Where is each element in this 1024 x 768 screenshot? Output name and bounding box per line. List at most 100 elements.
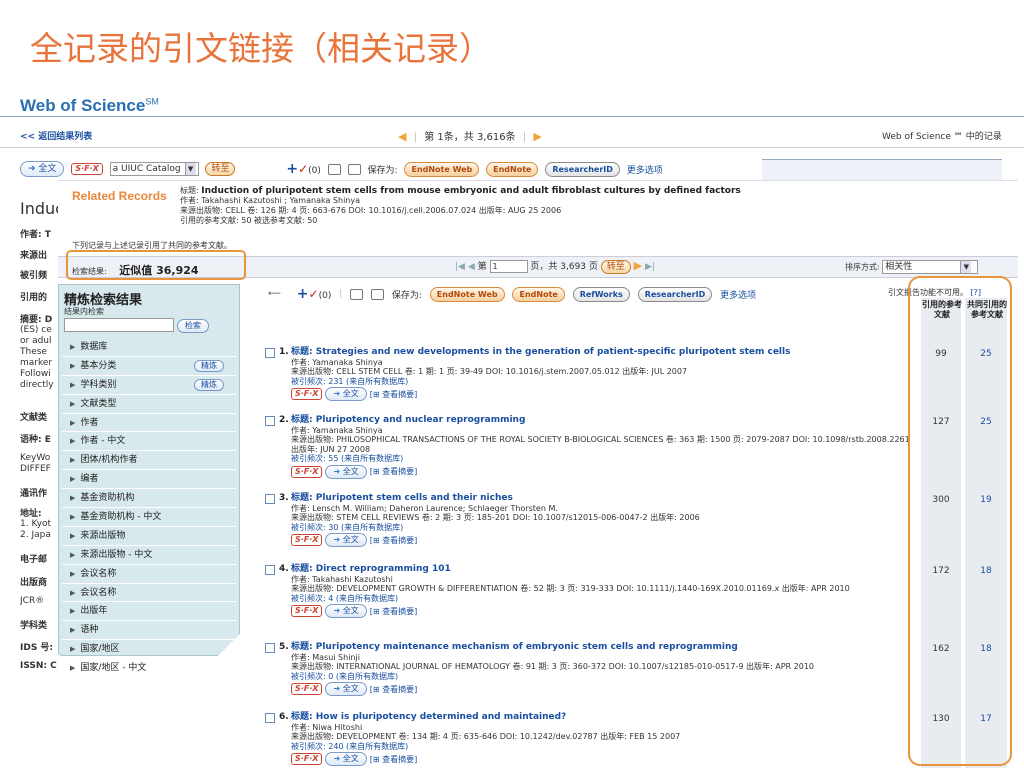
- refine-facet-item[interactable]: ▶ 基本分类 精炼: [62, 357, 236, 376]
- sfx-button[interactable]: S·F·X: [291, 465, 323, 478]
- catalog-go-button[interactable]: 转至: [205, 162, 236, 176]
- sfx-button[interactable]: S·F·X: [291, 534, 323, 547]
- mark-list-control[interactable]: +✓(0): [297, 286, 332, 302]
- endnote-button[interactable]: EndNote: [512, 286, 565, 302]
- next-record-icon[interactable]: ▶: [533, 130, 541, 143]
- page-number-input[interactable]: 1: [489, 260, 528, 273]
- fulltext-button[interactable]: ➜ 全文: [325, 387, 367, 402]
- back-to-results-link[interactable]: << 返回结果列表: [20, 129, 92, 142]
- refine-facet-item[interactable]: ▶ 作者 - 中文: [62, 432, 236, 452]
- result-title-link[interactable]: 标题: How is pluripotency determined and m…: [291, 712, 915, 723]
- result-checkbox[interactable]: [265, 416, 275, 426]
- researcherid-button[interactable]: ResearcherID: [545, 161, 620, 177]
- view-abstract-link[interactable]: [⊞ 查看摘要]: [370, 755, 418, 764]
- refine-facet-item[interactable]: ▶ 编者: [62, 470, 236, 490]
- result-times-cited[interactable]: 被引频次: 240 (来自所有数据库): [291, 742, 915, 752]
- refine-search-input[interactable]: [64, 318, 174, 332]
- view-abstract-link[interactable]: [⊞ 查看摘要]: [370, 607, 418, 616]
- mark-list-control[interactable]: +✓(0): [286, 161, 321, 177]
- refine-facet-item[interactable]: ▶ 学科类别 精炼: [62, 376, 236, 395]
- sort-select[interactable]: 相关性 ▼: [882, 260, 979, 274]
- background-fragment: 学科类: [20, 621, 48, 631]
- refine-search-button[interactable]: 检索: [177, 319, 209, 333]
- refine-facet-label: 来源出版物 - 中文: [80, 549, 153, 560]
- endnote-web-button[interactable]: EndNote Web: [429, 286, 505, 302]
- refine-facet-item[interactable]: ▶ 基金资助机构: [62, 489, 236, 509]
- result-title-link[interactable]: 标题: Strategies and new developments in t…: [291, 347, 915, 358]
- fulltext-button[interactable]: ➜ 全文: [325, 682, 367, 697]
- background-fragment: 电子邮: [20, 555, 48, 565]
- more-options-link[interactable]: 更多选项: [720, 291, 756, 301]
- fulltext-button[interactable]: ➜ 全文: [325, 752, 367, 767]
- background-fragment: (ES) ce: [20, 325, 52, 335]
- result-times-cited[interactable]: 被引频次: 55 (来自所有数据库): [291, 454, 915, 464]
- result-title-link[interactable]: 标题: Pluripotent stem cells and their nic…: [291, 493, 915, 504]
- refworks-button[interactable]: RefWorks: [572, 286, 630, 302]
- refine-facet-item[interactable]: ▶ 作者: [62, 414, 236, 433]
- researcherid-button[interactable]: ResearcherID: [637, 286, 713, 302]
- fulltext-button[interactable]: ➜ 全文: [325, 533, 367, 548]
- refine-facet-item[interactable]: ▶ 出版年: [62, 602, 236, 622]
- result-authors: 作者: Lensch M. William; Daheron Laurence;…: [291, 503, 558, 513]
- email-icon[interactable]: [371, 288, 384, 300]
- result-checkbox[interactable]: [265, 494, 275, 504]
- fulltext-button[interactable]: ➜ 全文: [325, 464, 367, 479]
- sfx-button[interactable]: S·F·X: [291, 753, 323, 766]
- prev-record-icon[interactable]: ◀: [398, 130, 406, 143]
- first-page-icon[interactable]: |◀: [455, 262, 465, 272]
- print-icon[interactable]: [350, 288, 364, 300]
- refine-facet-item[interactable]: ▶ 语种: [62, 621, 236, 641]
- refine-facet-item[interactable]: ▶ 国家/地区 - 中文: [62, 659, 236, 679]
- result-number: 1.: [279, 347, 289, 357]
- refine-facet-item[interactable]: ▶ 来源出版物 - 中文: [62, 546, 236, 565]
- result-times-cited[interactable]: 被引频次: 4 (来自所有数据库): [291, 594, 915, 604]
- result-checkbox[interactable]: [265, 713, 275, 723]
- refine-button[interactable]: 精炼: [194, 378, 224, 391]
- result-title-link[interactable]: 标题: Pluripotency and nuclear reprogrammi…: [291, 415, 915, 426]
- next-page-icon[interactable]: ▶: [634, 259, 642, 272]
- refine-facet-item[interactable]: ▶ 文献类型: [62, 395, 236, 414]
- print-icon[interactable]: [327, 163, 341, 175]
- background-title-fragment: Induc: [20, 199, 60, 218]
- expand-arrow-icon: ▶: [70, 456, 76, 465]
- result-authors: 作者: Takahashi Kazutoshi: [291, 574, 393, 584]
- result-times-cited[interactable]: 被引频次: 30 (来自所有数据库): [291, 523, 915, 533]
- refine-facet-item[interactable]: ▶ 基金资助机构 - 中文: [62, 508, 236, 527]
- back-arrow-icon[interactable]: ⟵: [268, 289, 281, 299]
- arrow-right-icon: ➜: [333, 466, 341, 476]
- view-abstract-link[interactable]: [⊞ 查看摘要]: [370, 467, 418, 476]
- chevron-down-icon: ▼: [960, 261, 972, 273]
- result-checkbox[interactable]: [265, 348, 275, 358]
- background-fragment: KeyWo: [20, 453, 51, 463]
- result-checkbox[interactable]: [265, 565, 275, 575]
- view-abstract-link[interactable]: [⊞ 查看摘要]: [370, 536, 418, 545]
- result-checkbox[interactable]: [265, 643, 275, 653]
- email-icon[interactable]: [347, 163, 361, 175]
- sfx-button[interactable]: S·F·X: [291, 388, 323, 401]
- view-abstract-link[interactable]: [⊞ 查看摘要]: [370, 685, 418, 694]
- result-times-cited[interactable]: 被引频次: 231 (来自所有数据库): [291, 377, 915, 387]
- last-page-icon[interactable]: ▶|: [645, 262, 655, 272]
- view-abstract-link[interactable]: [⊞ 查看摘要]: [370, 390, 418, 399]
- result-title-link[interactable]: 标题: Direct reprogramming 101: [291, 564, 915, 575]
- refine-facet-item[interactable]: ▶ 数据库: [62, 338, 236, 357]
- sfx-button[interactable]: S·F·X: [291, 605, 323, 618]
- fulltext-button[interactable]: ➜ 全文: [20, 161, 65, 177]
- refine-facet-item[interactable]: ▶ 会议名称: [62, 584, 236, 603]
- result-times-cited[interactable]: 被引频次: 0 (来自所有数据库): [291, 672, 915, 682]
- result-title-link[interactable]: 标题: Pluripotency maintenance mechanism o…: [291, 642, 915, 653]
- refine-facet-item[interactable]: ▶ 来源出版物: [62, 527, 236, 546]
- prev-page-icon[interactable]: ◀: [468, 262, 475, 272]
- page-go-button[interactable]: 转至: [600, 260, 631, 274]
- refine-facet-item[interactable]: ▶ 团体/机构作者: [62, 451, 236, 471]
- sfx-button[interactable]: S·F·X: [291, 683, 323, 696]
- catalog-select[interactable]: a UIUC Catalog ▼: [109, 162, 199, 176]
- refine-facet-item[interactable]: ▶ 会议名称: [62, 565, 236, 584]
- sfx-button[interactable]: S·F·X: [71, 163, 103, 175]
- more-options-link[interactable]: 更多选项: [627, 166, 663, 176]
- refine-button[interactable]: 精炼: [194, 359, 224, 372]
- endnote-button[interactable]: EndNote: [486, 161, 539, 177]
- endnote-web-button[interactable]: EndNote Web: [404, 161, 480, 177]
- fulltext-button[interactable]: ➜ 全文: [325, 604, 367, 619]
- refine-facet-item[interactable]: ▶ 国家/地区: [62, 640, 236, 660]
